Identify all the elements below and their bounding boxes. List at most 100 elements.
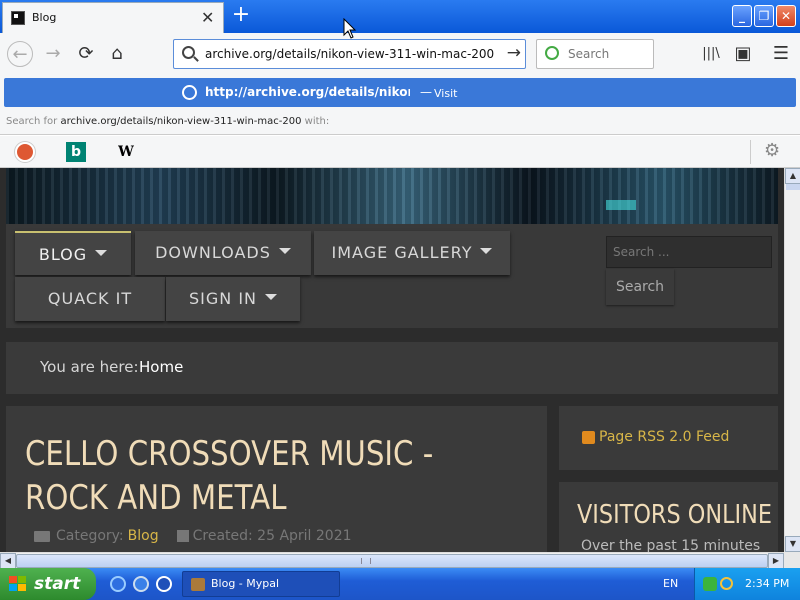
media-player-icon[interactable] [156,576,172,592]
site-navigation: BLOG DOWNLOADS IMAGE GALLERY QUACK IT SI… [6,224,778,328]
reload-button[interactable]: ⟳ [73,41,99,67]
search-input[interactable]: Search [568,47,609,61]
breadcrumb: You are here: Home [6,342,778,394]
mouse-cursor-icon [343,18,357,39]
visitors-subtitle: Over the past 15 minutes [581,538,761,552]
bing-icon[interactable]: b [66,142,86,162]
folder-icon [34,530,50,542]
wikipedia-icon[interactable]: W [116,142,136,162]
search-icon [182,46,195,59]
menu-item-image-gallery[interactable]: IMAGE GALLERY [314,231,510,275]
visit-label: Visit [434,87,458,100]
clock: 2:34 PM [745,577,790,590]
visit-url: http://archive.org/details/nikon [205,85,410,99]
menu-item-blog[interactable]: BLOG [15,231,131,275]
site-search-button[interactable]: Search [606,269,674,305]
menu-item-label: SIGN IN [188,289,257,308]
menu-item-label: BLOG [38,245,88,264]
taskbar: start Blog - Mypal EN 2:34 PM [0,568,800,600]
visit-suggestion-row[interactable]: http://archive.org/details/nikon — Visit [4,78,796,107]
search-engine-icon[interactable] [545,46,559,60]
visitors-title: VISITORS ONLINE [577,500,773,530]
menu-item-sign-in[interactable]: SIGN IN [166,277,300,321]
globe-icon [182,85,197,100]
sidebar-icon[interactable]: ▣ [730,41,756,67]
duckduckgo-icon[interactable] [15,142,35,162]
internet-explorer-icon[interactable] [110,576,126,592]
go-arrow-icon[interactable]: → [507,43,521,63]
taskbar-window-button[interactable]: Blog - Mypal [182,571,340,597]
category-link[interactable]: Blog [128,528,159,544]
web-content: BLOG DOWNLOADS IMAGE GALLERY QUACK IT SI… [0,168,784,552]
scroll-left-icon[interactable]: ◀ [0,553,16,569]
divider [750,140,751,164]
url-input[interactable]: archive.org/details/nikon-view-311-win-m… [205,47,494,61]
forward-button[interactable]: → [40,41,66,67]
chevron-down-icon [95,249,108,256]
vertical-scroll-thumb[interactable] [786,184,800,190]
minimize-button[interactable]: _ [732,5,752,27]
scrollbar-corner [784,552,800,568]
url-bar[interactable]: archive.org/details/nikon-view-311-win-m… [173,39,526,69]
scroll-up-icon[interactable]: ▲ [785,168,800,184]
scroll-right-icon[interactable]: ▶ [768,553,784,569]
system-tray: 2:34 PM [694,568,800,600]
site-favicon-icon [11,11,25,25]
chevron-down-icon [265,293,277,300]
menu-item-label: DOWNLOADS [155,243,271,262]
close-window-button[interactable]: ✕ [776,5,796,27]
category-label: Category: [56,528,124,544]
library-icon[interactable]: |||\ [698,41,724,67]
back-button[interactable]: ← [7,41,33,67]
menu-icon[interactable]: ☰ [768,41,794,67]
calendar-icon [176,530,189,542]
search-bar[interactable]: Search [536,39,654,69]
visitors-module: VISITORS ONLINE Over the past 15 minutes [559,482,778,552]
created-date: Created: 25 April 2021 [192,528,352,544]
maximize-button[interactable]: ❐ [754,5,774,27]
start-button[interactable]: start [0,568,96,600]
search-for-prefix: Search for [6,116,58,127]
search-for-text: Search for archive.org/details/nikon-vie… [6,116,329,127]
article: CELLO CROSSOVER MUSIC - ROCK AND METAL C… [6,406,547,552]
new-tab-button[interactable]: + [229,2,253,30]
breadcrumb-home-link[interactable]: Home [139,358,183,376]
tab-close-icon[interactable]: ✕ [201,8,214,27]
site-search-input[interactable]: Search ... [606,236,772,268]
url-suggestion-popup: http://archive.org/details/nikon — Visit… [0,75,800,135]
title-bar: Blog ✕ + _ ❐ ✕ [0,0,800,33]
menu-item-label: IMAGE GALLERY [331,243,473,262]
article-meta: Category: Blog Created: 25 April 2021 [34,528,352,544]
menu-item-downloads[interactable]: DOWNLOADS [135,231,311,275]
breadcrumb-label: You are here: [40,358,139,376]
horizontal-scroll-thumb[interactable] [16,554,768,568]
search-for-suffix: with: [304,116,330,127]
gear-icon[interactable]: ⚙ [764,140,780,161]
windows-logo-icon [9,576,27,592]
rss-feed-link[interactable]: Page RSS 2.0 Feed [599,429,729,445]
header-banner-image [6,168,778,224]
article-title[interactable]: CELLO CROSSOVER MUSIC - ROCK AND METAL [25,432,524,520]
rss-icon [582,431,595,444]
network-icon[interactable] [703,577,717,591]
horizontal-scrollbar[interactable]: ◀ ▶ [0,552,784,569]
rss-module: Page RSS 2.0 Feed [559,406,778,470]
security-icon[interactable] [720,577,733,590]
search-engines-row: b W ⚙ [0,136,800,168]
browser-quicklaunch-icon[interactable] [133,576,149,592]
scroll-down-icon[interactable]: ▼ [785,536,800,552]
language-indicator[interactable]: EN [663,577,678,590]
mypal-icon [191,578,205,591]
vertical-scrollbar[interactable]: ▲ ▼ [784,168,800,552]
taskbar-window-label: Blog - Mypal [211,577,280,590]
start-label: start [34,574,81,594]
tab-blog[interactable]: Blog ✕ [2,2,224,33]
home-button[interactable]: ⌂ [104,41,130,67]
tab-title: Blog [32,11,57,24]
menu-item-label: QUACK IT [47,289,133,308]
chevron-down-icon [480,247,493,254]
separator-dash: — [420,85,432,99]
chevron-down-icon [278,247,291,254]
menu-item-quack-it[interactable]: QUACK IT [15,277,165,321]
navigation-toolbar: ← → ⟳ ⌂ archive.org/details/nikon-view-3… [0,33,800,75]
